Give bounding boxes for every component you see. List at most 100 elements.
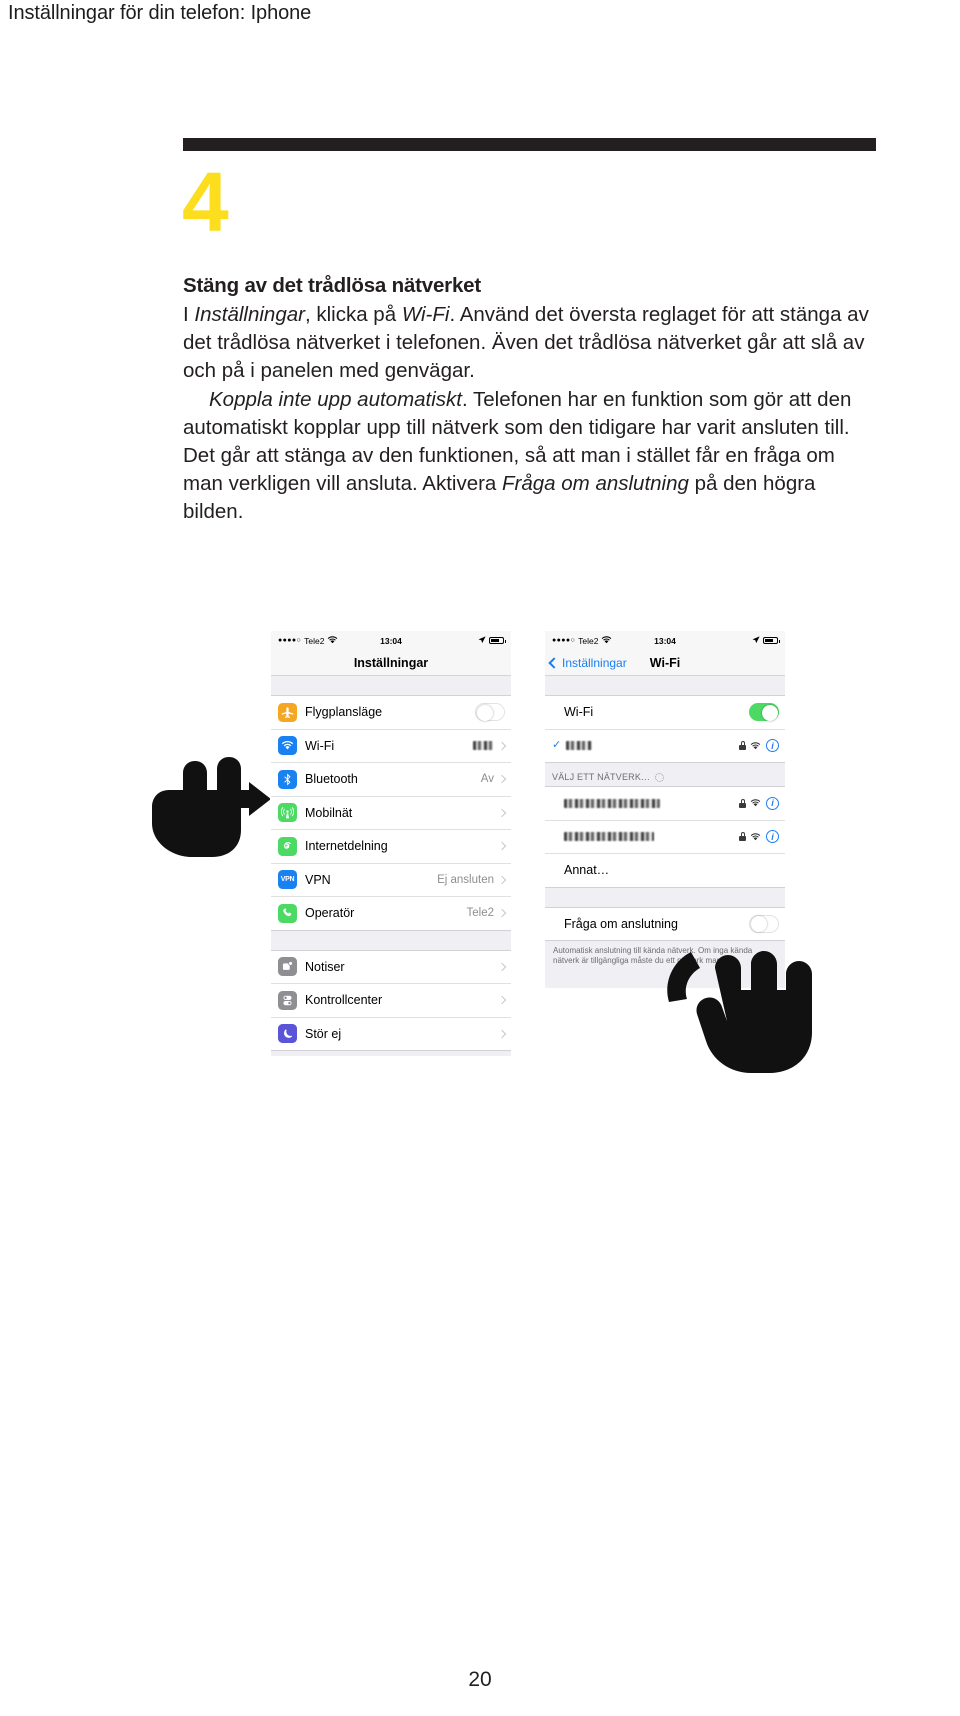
list-spacer-top (271, 676, 511, 695)
bluetooth-value: Av (480, 773, 494, 786)
wifi-network-name-blurred (473, 741, 493, 751)
ask-to-join-label: Fråga om anslutning (564, 916, 678, 931)
settings-row-bluetooth[interactable]: Bluetooth Av (271, 763, 511, 797)
step-copy: Stäng av det trådlösa nätverket I Instäl… (183, 272, 878, 527)
chevron-right-icon (497, 909, 507, 918)
page-running-header: Inställningar för din telefon: Iphone (8, 2, 312, 24)
chevron-right-icon (497, 775, 507, 784)
settings-row-label: VPN (305, 872, 331, 887)
checkmark-icon: ✓ (552, 739, 562, 752)
settings-row-label: Kontrollcenter (305, 993, 383, 1008)
ask-to-join-row[interactable]: Fråga om anslutning (545, 907, 785, 940)
settings-row-operator[interactable]: Operatör Tele2 (271, 897, 511, 930)
choose-network-header: VÄLJ ETT NÄTVERK… (545, 763, 785, 786)
vpn-value: Ej ansluten (437, 873, 494, 886)
settings-row-label: Flygplansläge (305, 705, 383, 720)
paragraph-1: I Inställningar, klicka på Wi-Fi. Använd… (183, 301, 878, 386)
settings-row-label: Operatör (305, 906, 355, 921)
nav-bar-left: Inställningar (271, 650, 511, 676)
network-name-blurred (564, 832, 654, 842)
step-number: 4 (182, 155, 229, 249)
wifi-signal-icon (750, 828, 761, 846)
settings-row-label: Notiser (305, 959, 345, 974)
other-network-label: Annat… (564, 863, 610, 878)
wifi-toggle-row[interactable]: Wi-Fi (545, 696, 785, 730)
other-network-row[interactable]: Annat… (545, 854, 785, 887)
paragraph-2: Koppla inte upp automatiskt. Telefonen h… (183, 386, 878, 527)
wifi-icon (278, 736, 297, 756)
info-button[interactable]: i (766, 830, 779, 844)
settings-row-mobilnat[interactable]: Mobilnät (271, 796, 511, 830)
settings-row-label: Bluetooth (305, 772, 358, 787)
chevron-right-icon (497, 842, 507, 851)
p1-seg1: I (183, 303, 195, 326)
settings-row-label: Mobilnät (305, 805, 353, 820)
wifi-toggle[interactable] (749, 703, 779, 722)
moon-icon (278, 1024, 297, 1044)
status-bar-right: ●●●●○ Tele2 13:04 (545, 631, 785, 650)
list-spacer-middle (271, 930, 511, 950)
network-row[interactable]: i (545, 787, 785, 821)
loading-spinner-icon (655, 772, 665, 782)
wifi-signal-icon (750, 737, 761, 755)
screenshot-wifi-settings: ●●●●○ Tele2 13:04 Inställningar Wi-Fi Wi… (545, 631, 785, 1056)
nav-title-left: Inställningar (353, 655, 429, 670)
chevron-right-icon (497, 808, 507, 817)
settings-row-vpn[interactable]: VPN VPN Ej ansluten (271, 863, 511, 897)
chevron-right-icon (497, 741, 507, 750)
screenshot-settings-list: ●●●●○ Tele2 13:04 Inställningar Flygplan… (271, 631, 511, 1056)
network-name-blurred (564, 798, 660, 808)
chevron-right-icon (497, 962, 507, 971)
settings-row-stor-ej[interactable]: Stör ej (271, 1017, 511, 1050)
settings-row-label: Internetdelning (305, 839, 388, 854)
section-rule (183, 138, 876, 151)
airplane-icon (278, 702, 297, 722)
control-center-icon (278, 990, 297, 1010)
clock-label: 13:04 (654, 635, 676, 646)
battery-icon (489, 637, 506, 644)
info-button[interactable]: i (766, 796, 779, 810)
settings-row-wifi[interactable]: Wi-Fi (271, 729, 511, 763)
p1-em-installningar: Inställningar (194, 303, 305, 326)
wifi-signal-icon (750, 794, 761, 812)
chevron-right-icon (497, 1029, 507, 1038)
ask-to-join-group: Fråga om anslutning (545, 906, 785, 941)
clock-label: 13:04 (380, 635, 402, 646)
settings-row-flygplanslage[interactable]: Flygplansläge (271, 696, 511, 730)
bluetooth-icon (278, 769, 297, 789)
settings-group-connectivity: Flygplansläge Wi-Fi Bluetooth Av Mobilnä… (271, 695, 511, 931)
back-button[interactable]: Inställningar (548, 655, 627, 670)
chevron-right-icon (497, 875, 507, 884)
network-list-group: i i Annat… (545, 786, 785, 888)
wifi-spacer-middle (545, 887, 785, 907)
p2-em-koppla: Koppla inte upp automatiskt (209, 387, 462, 411)
pointing-hand-left-icon (140, 735, 271, 875)
operator-value: Tele2 (466, 907, 495, 920)
cellular-icon (278, 803, 297, 823)
wifi-spacer-bottom (545, 966, 785, 988)
step-heading: Stäng av det trådlösa nätverket (183, 274, 481, 297)
status-bar-left: ●●●●○ Tele2 13:04 (271, 631, 511, 650)
lock-icon (739, 741, 746, 751)
network-row[interactable]: i (545, 820, 785, 854)
battery-icon (763, 637, 780, 644)
p1-seg2: , klicka på (304, 303, 402, 326)
back-button-label: Inställningar (562, 655, 627, 670)
info-button[interactable]: i (766, 739, 779, 753)
airplane-mode-toggle[interactable] (475, 703, 505, 722)
nav-bar-right: Inställningar Wi-Fi (545, 650, 785, 676)
settings-row-kontrollcenter[interactable]: Kontrollcenter (271, 984, 511, 1018)
nav-title-right: Wi-Fi (649, 655, 681, 670)
choose-network-label: VÄLJ ETT NÄTVERK… (552, 772, 651, 782)
ask-to-join-footnote: Automatisk anslutning till kända nätverk… (545, 941, 785, 966)
phone-icon (278, 903, 297, 923)
page-number: 20 (468, 1668, 492, 1691)
p1-em-wifi: Wi-Fi (401, 303, 450, 326)
wifi-spacer-top (545, 676, 785, 695)
settings-row-internetdelning[interactable]: Internetdelning (271, 830, 511, 864)
ask-to-join-toggle[interactable] (749, 914, 779, 933)
chevron-left-icon (548, 656, 560, 669)
connected-network-row[interactable]: ✓ i (545, 729, 785, 762)
p2-em-fraga: Fråga om anslutning (502, 472, 689, 496)
settings-row-notiser[interactable]: Notiser (271, 950, 511, 984)
